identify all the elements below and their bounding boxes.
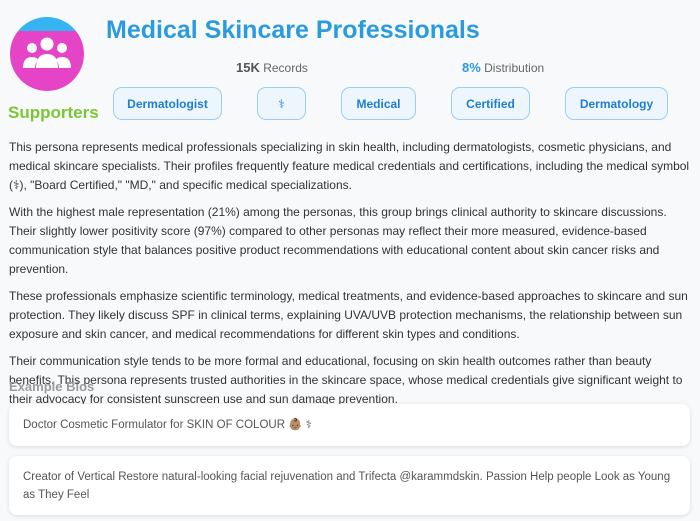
distribution-stat: 8% Distribution <box>462 60 544 75</box>
distribution-label: Distribution <box>484 61 545 75</box>
tag-certified[interactable]: Certified <box>451 87 530 120</box>
persona-avatar <box>10 17 84 91</box>
example-bio-card: Creator of Vertical Restore natural-look… <box>9 456 690 515</box>
example-bio-text: Creator of Vertical Restore natural-look… <box>23 470 671 501</box>
description-paragraph: These professionals emphasize scientific… <box>9 289 688 341</box>
records-stat: 15K Records <box>236 60 308 75</box>
description-paragraph: This persona represents medical professi… <box>9 140 690 192</box>
example-bio-text: Doctor Cosmetic Formulator for SKIN OF C… <box>23 419 312 431</box>
records-label: Records <box>263 61 308 75</box>
tag-list: Dermatologist ⚕ Medical Certified Dermat… <box>0 87 700 121</box>
distribution-value: 8% <box>462 60 481 75</box>
tag-dermatology[interactable]: Dermatology <box>565 87 668 120</box>
persona-title: Medical Skincare Professionals <box>106 16 480 44</box>
persona-description: This persona represents medical professi… <box>9 138 693 417</box>
example-bio-card: Doctor Cosmetic Formulator for SKIN OF C… <box>9 404 690 446</box>
people-group-icon <box>23 37 71 68</box>
tag-medical[interactable]: Medical <box>341 87 416 120</box>
description-paragraph: With the highest male representation (21… <box>9 205 667 276</box>
records-value: 15K <box>236 60 260 75</box>
description-paragraph: Their communication style tends to be mo… <box>9 354 683 406</box>
tag-medical-symbol[interactable]: ⚕ <box>257 87 306 120</box>
tag-dermatologist[interactable]: Dermatologist <box>113 87 222 120</box>
example-bios-heading: Example Bios <box>9 379 95 394</box>
